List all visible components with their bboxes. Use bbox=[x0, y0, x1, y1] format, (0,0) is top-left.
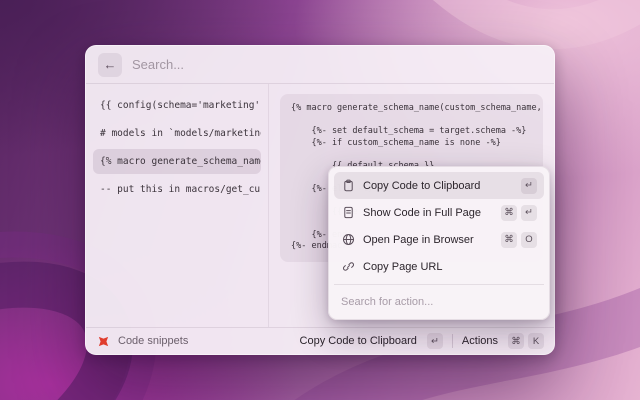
snippet-item-label: -- put this in macros/get_custom_sc… bbox=[100, 184, 261, 195]
launcher-header: ← bbox=[86, 46, 554, 84]
snippet-item-label: # models in `models/marketing/ will… bbox=[100, 128, 261, 139]
document-icon bbox=[341, 206, 355, 220]
snippet-list-item[interactable]: {{ config(schema='marketing') }} sel… bbox=[93, 93, 261, 118]
action-menu-list: Copy Code to Clipboard ↵ Show Code in Fu… bbox=[334, 172, 544, 280]
launcher-footer: Code snippets Copy Code to Clipboard ↵ A… bbox=[86, 327, 554, 354]
footer-divider bbox=[451, 334, 453, 348]
back-button[interactable]: ← bbox=[98, 52, 122, 77]
footer-app-label: Code snippets bbox=[118, 335, 189, 347]
footer-primary-action[interactable]: Copy Code to Clipboard bbox=[300, 335, 417, 347]
action-menu-item-label: Copy Code to Clipboard bbox=[363, 179, 481, 192]
snippet-list-item[interactable]: {% macro generate_schema_name(c… bbox=[93, 149, 261, 174]
snippet-list-item[interactable]: -- put this in macros/get_custom_sc… bbox=[93, 177, 261, 202]
actions-button[interactable]: Actions bbox=[462, 335, 498, 347]
action-menu-item-label: Show Code in Full Page bbox=[363, 206, 482, 219]
back-arrow-icon: ← bbox=[103, 57, 117, 72]
snippet-item-label: {{ config(schema='marketing') }} sel… bbox=[100, 100, 261, 111]
action-menu-item-label: Open Page in Browser bbox=[363, 233, 474, 246]
globe-icon bbox=[341, 233, 355, 247]
enter-key-badge: ↵ bbox=[426, 333, 443, 349]
action-menu-item-shortcut: ⌘ ↵ bbox=[497, 204, 537, 221]
action-menu-item[interactable]: Open Page in Browser ⌘ O bbox=[334, 226, 544, 253]
action-menu-item-shortcut: ↵ bbox=[517, 177, 537, 194]
launcher-window: ← {{ config(schema='marketing') }} sel… … bbox=[85, 45, 555, 355]
snippet-item-label: {% macro generate_schema_name(c… bbox=[100, 156, 261, 167]
action-search bbox=[334, 284, 544, 314]
action-menu: Copy Code to Clipboard ↵ Show Code in Fu… bbox=[328, 166, 550, 320]
action-menu-item-shortcut: ⌘ O bbox=[497, 231, 537, 248]
code-snippets-app-icon bbox=[96, 334, 111, 349]
clipboard-icon bbox=[341, 179, 355, 193]
snippet-list: {{ config(schema='marketing') }} sel… # … bbox=[86, 84, 268, 327]
action-menu-item[interactable]: Copy Code to Clipboard ↵ bbox=[334, 172, 544, 199]
search-input[interactable] bbox=[132, 57, 542, 72]
link-icon bbox=[341, 260, 355, 274]
action-menu-item-label: Copy Page URL bbox=[363, 260, 443, 273]
action-menu-item[interactable]: Show Code in Full Page ⌘ ↵ bbox=[334, 199, 544, 226]
action-search-input[interactable] bbox=[341, 296, 537, 308]
snippet-list-item[interactable]: # models in `models/marketing/ will… bbox=[93, 121, 261, 146]
action-menu-item[interactable]: Copy Page URL bbox=[334, 253, 544, 280]
actions-shortcut: ⌘ K bbox=[504, 333, 544, 349]
